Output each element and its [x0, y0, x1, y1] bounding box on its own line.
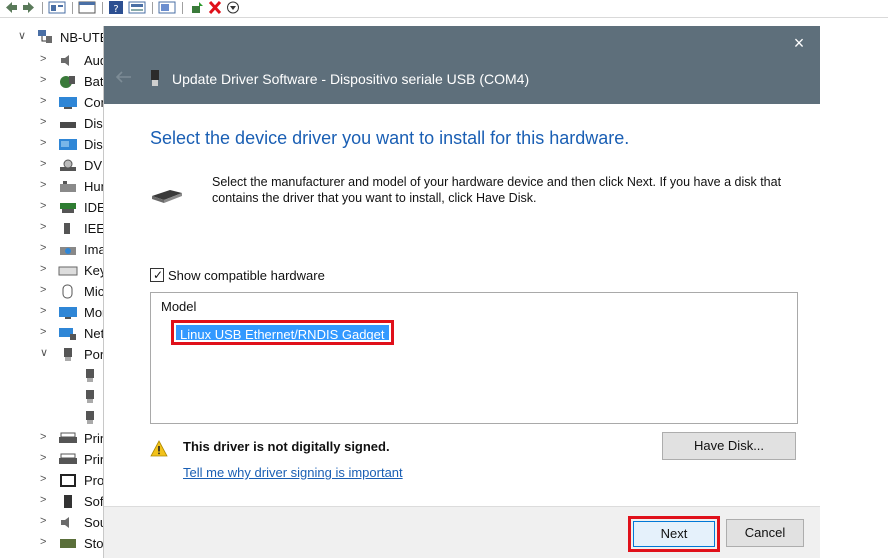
have-disk-button[interactable]: Have Disk...	[662, 432, 796, 460]
check-icon: ✓	[153, 268, 164, 282]
usb-device-icon	[151, 70, 159, 86]
model-listbox[interactable]: Model Linux USB Ethernet/RNDIS Gadget	[150, 292, 798, 424]
ide-icon	[60, 203, 76, 213]
chevron-down-icon[interactable]: ∨	[18, 29, 26, 42]
toolbar: ?	[0, 0, 888, 18]
chevron-right-icon[interactable]: >	[40, 474, 50, 485]
cancel-button[interactable]: Cancel	[726, 519, 804, 547]
processor-icon	[60, 474, 76, 487]
chevron-right-icon[interactable]: >	[40, 264, 50, 275]
chevron-right-icon[interactable]: >	[40, 453, 50, 464]
chevron-right-icon[interactable]: >	[40, 495, 50, 506]
computer-icon	[59, 97, 77, 109]
toolbar-separator	[102, 2, 103, 14]
chevron-right-icon[interactable]: >	[40, 117, 50, 128]
storage-icon	[60, 539, 76, 548]
network-icon	[59, 328, 76, 340]
uninstall-icon[interactable]	[208, 1, 222, 14]
monitor-icon	[59, 307, 77, 319]
next-button-highlight: Next	[628, 516, 720, 552]
disk-icon	[60, 122, 76, 128]
view-icon[interactable]	[128, 1, 146, 14]
next-button[interactable]: Next	[633, 521, 715, 547]
toolbar-separator	[152, 2, 153, 14]
dvd-icon	[60, 159, 76, 171]
chevron-right-icon[interactable]: >	[40, 285, 50, 296]
speaker-icon	[61, 517, 69, 528]
unsigned-driver-warning: This driver is not digitally signed.	[183, 439, 390, 454]
dialog-title: Update Driver Software - Dispositivo ser…	[172, 71, 530, 87]
keyboard-icon	[58, 266, 78, 276]
scan-icon[interactable]	[158, 1, 176, 14]
speaker-icon	[61, 55, 69, 66]
battery-icon	[60, 76, 75, 88]
dialog-description: Select the manufacturer and model of you…	[212, 175, 782, 205]
update-driver-dialog: × Update Driver Software - Dispositivo s…	[104, 26, 820, 558]
model-item-label: Linux USB Ethernet/RNDIS Gadget	[176, 325, 389, 342]
chevron-right-icon[interactable]: >	[40, 306, 50, 317]
ieee-icon	[64, 223, 70, 234]
dialog-titlebar: × Update Driver Software - Dispositivo s…	[104, 26, 820, 104]
screen: ? ∨ NB-UTE >Audio>Batterie>Computer>Disk…	[0, 0, 888, 558]
back-icon[interactable]	[4, 1, 18, 14]
tree-root-label: NB-UTE	[60, 30, 109, 45]
toolbar-separator	[42, 2, 43, 14]
chevron-right-icon[interactable]: >	[40, 516, 50, 527]
model-column-header: Model	[161, 299, 197, 314]
chevron-right-icon[interactable]: >	[40, 222, 50, 233]
chevron-right-icon[interactable]: >	[40, 327, 50, 338]
hid-icon	[60, 181, 76, 192]
chevron-right-icon[interactable]: >	[40, 75, 50, 86]
driver-signing-link[interactable]: Tell me why driver signing is important	[183, 465, 403, 480]
port-icon	[64, 348, 72, 361]
close-icon[interactable]: ×	[790, 34, 808, 52]
port-child-icon	[86, 369, 94, 382]
chevron-right-icon[interactable]: >	[40, 96, 50, 107]
chevron-right-icon[interactable]: >	[40, 180, 50, 191]
help-icon[interactable]: ?	[108, 1, 124, 14]
dialog-footer: Next Cancel	[104, 506, 820, 558]
toolbar-separator	[72, 2, 73, 14]
forward-icon[interactable]	[22, 1, 36, 14]
port-child-icon	[86, 411, 94, 424]
properties-icon[interactable]	[48, 1, 66, 14]
computer-network-icon	[38, 30, 52, 43]
toolbar-separator	[182, 2, 183, 14]
chevron-right-icon[interactable]: >	[40, 201, 50, 212]
chevron-right-icon[interactable]: >	[40, 243, 50, 254]
software-icon	[64, 495, 72, 508]
chevron-right-icon[interactable]: >	[40, 159, 50, 170]
hardware-device-icon	[152, 190, 182, 203]
printer-icon	[59, 453, 77, 464]
enable-icon[interactable]	[226, 1, 240, 14]
dialog-heading: Select the device driver you want to ins…	[150, 128, 630, 148]
svg-text:?: ?	[113, 4, 118, 14]
mouse-icon	[62, 284, 73, 299]
update-driver-icon[interactable]	[190, 1, 204, 14]
display-icon	[59, 139, 77, 150]
checkbox-box[interactable]: ✓	[150, 268, 164, 282]
chevron-right-icon[interactable]: >	[40, 432, 50, 443]
console-icon[interactable]	[78, 1, 96, 14]
warning-icon	[150, 440, 168, 457]
chevron-right-icon[interactable]: >	[40, 54, 50, 65]
chevron-right-icon[interactable]: >	[40, 138, 50, 149]
show-compatible-hardware-label: Show compatible hardware	[168, 268, 325, 283]
chevron-right-icon[interactable]: >	[40, 537, 50, 548]
port-child-icon	[86, 390, 94, 403]
chevron-down-icon[interactable]: ∨	[40, 348, 50, 359]
imaging-icon	[60, 247, 76, 255]
printer-icon	[59, 432, 77, 443]
model-list-item-selected[interactable]: Linux USB Ethernet/RNDIS Gadget	[171, 320, 394, 345]
back-arrow-icon[interactable]	[114, 70, 132, 84]
